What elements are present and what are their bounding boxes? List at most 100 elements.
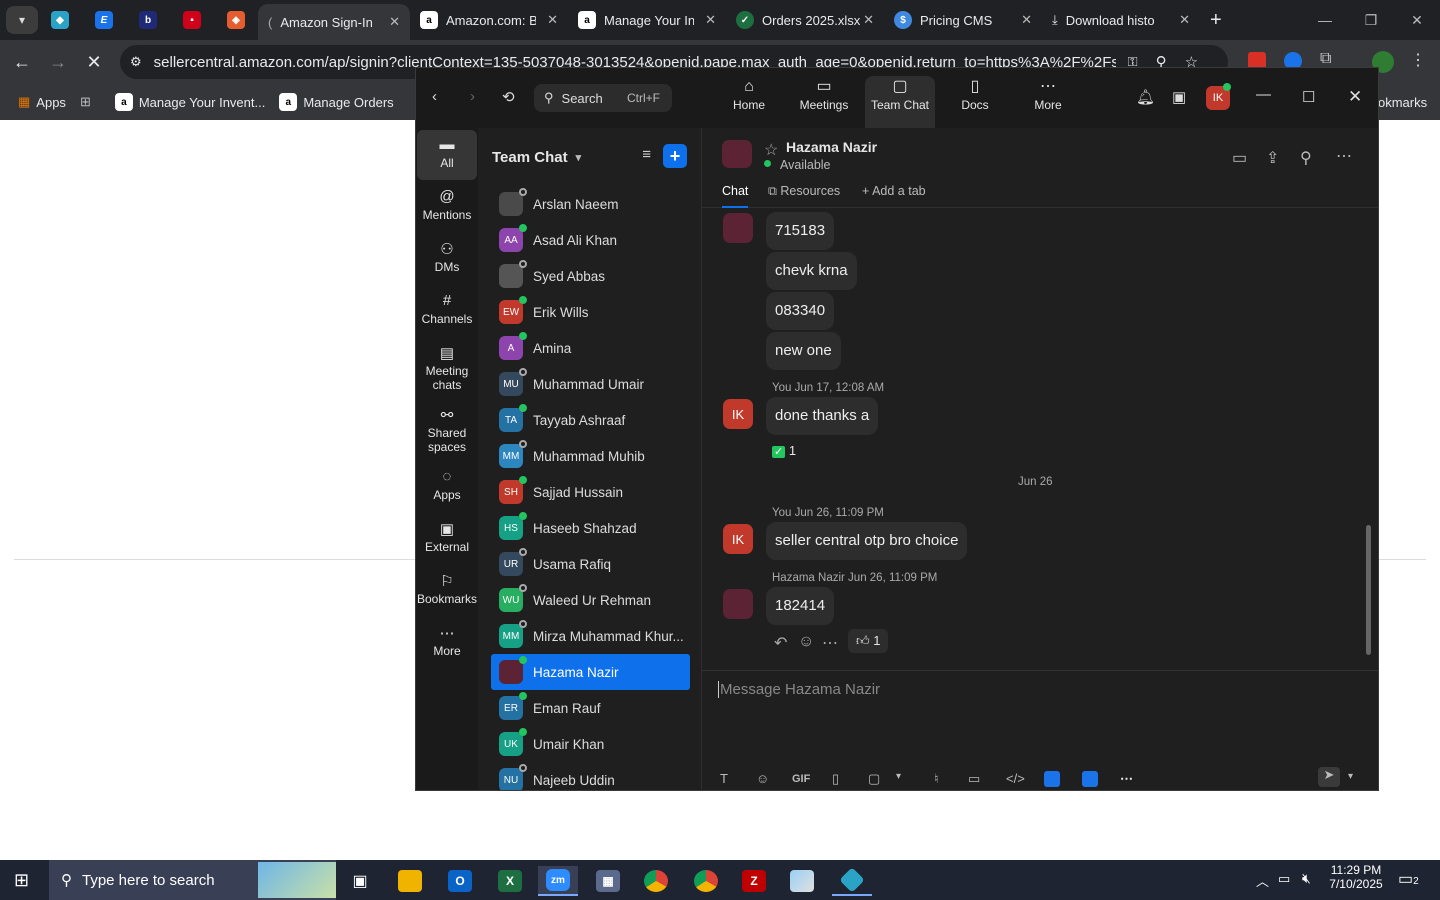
restore-button[interactable]: ❐ [1348,0,1394,40]
rail-more[interactable]: ⋯ More [417,618,477,668]
contact-item[interactable]: NU Najeeb Uddin [478,762,701,790]
contact-item[interactable]: MM Mirza Muhammad Khur... [478,618,701,654]
tab-search-button[interactable]: ▾ [6,6,38,34]
emoji-icon[interactable]: ☺ [756,771,769,786]
rail-channels[interactable]: # Channels [417,286,477,336]
app-icon[interactable] [1082,771,1098,787]
stop-loading-button[interactable]: ✕ [76,44,112,80]
message-bubble[interactable]: 182414 [766,587,835,625]
message-bubble[interactable]: chevk krna [766,252,857,290]
rail-shared-spaces[interactable]: ⚯ Shared spaces [417,400,477,460]
more-options-icon[interactable]: ⋯ [1336,146,1352,166]
close-icon[interactable]: ✕ [705,12,716,28]
contact-item[interactable]: Arslan Naeem [478,186,701,222]
back-icon[interactable]: ‹ [432,88,437,105]
file-icon[interactable]: ▯ [832,771,839,787]
video-call-icon[interactable]: ▭ [1232,148,1247,168]
notifications-icon[interactable]: ▭2 [1398,869,1419,889]
chevron-up-icon[interactable]: ︿ [1256,871,1269,890]
contact-item[interactable]: A Amina [478,330,701,366]
tab-manage-inventory[interactable]: a Manage Your In ✕ [568,0,726,40]
minimize-button[interactable]: — [1256,86,1271,103]
zoom-taskbar-icon[interactable]: zm [538,866,578,896]
tab-orders-xlsx[interactable]: ✓ Orders 2025.xlsx ✕ [726,0,884,40]
add-tab-button[interactable]: + Add a tab [862,184,926,198]
close-icon[interactable]: ✕ [547,12,558,28]
tab-chat[interactable]: Chat [722,184,749,208]
volume-mute-icon[interactable]: 🔇︎ [1302,870,1311,887]
pinned-tab[interactable]: ◈ [214,0,258,40]
format-text-icon[interactable]: T [720,771,728,786]
add-reaction-icon[interactable]: ☺ [798,633,814,651]
maximize-button[interactable]: ☐ [1302,88,1315,106]
close-icon[interactable]: ✕ [389,14,400,30]
star-icon[interactable]: ☆ [764,140,778,160]
new-tab-button[interactable]: + [1200,0,1230,40]
nav-home[interactable]: ⌂ Home [714,76,784,128]
pinned-tab[interactable]: b [126,0,170,40]
new-chat-button[interactable]: + [663,144,687,168]
menu-icon[interactable]: ⋮ [1410,50,1426,70]
message-bubble[interactable]: new one [766,332,841,370]
contact-item[interactable]: UR Usama Rafiq [478,546,701,582]
contact-item[interactable]: HS Haseeb Shahzad [478,510,701,546]
video-message-icon[interactable]: ▭ [968,771,980,787]
contact-item[interactable]: EW Erik Wills [478,294,701,330]
nav-docs[interactable]: ▯ Docs [940,76,1010,128]
reaction[interactable]: ✓ 1 [772,443,796,458]
rail-all[interactable]: ▬ All [417,130,477,180]
chevron-down-icon[interactable]: ▾ [576,151,582,164]
contact-item[interactable]: MM Muhammad Muhib [478,438,701,474]
team-chat-title[interactable]: Team Chat [492,149,568,166]
pinned-tab[interactable]: ▪ [170,0,214,40]
all-bookmarks-label[interactable]: okmarks [1378,95,1427,110]
contact-item[interactable]: MU Muhammad Umair [478,366,701,402]
outlook-icon[interactable]: O [440,866,480,896]
nav-more[interactable]: ⋯ More [1013,76,1083,128]
close-button[interactable]: ✕ [1348,87,1362,107]
contact-item[interactable]: AA Asad Ali Khan [478,222,701,258]
rail-bookmarks[interactable]: ⚐ Bookmarks [417,566,477,616]
tab-pricing-cms[interactable]: $ Pricing CMS ✕ [884,0,1042,40]
excel-icon[interactable]: X [490,866,530,896]
taskbar-search[interactable]: ⚲ Type here to search [49,860,336,900]
tab-amazon-signin[interactable]: (Amazon Sign-In ✕ [258,4,410,40]
back-button[interactable]: ← [4,44,40,80]
microphone-icon[interactable]: ♮ [934,771,939,787]
filter-icon[interactable]: ≡ [642,146,651,163]
nav-meetings[interactable]: ▭ Meetings [789,76,859,128]
scrollbar[interactable] [1366,525,1371,655]
more-icon[interactable]: ⋯ [1120,771,1133,787]
pinned-tab[interactable]: ◆ [38,0,82,40]
bookmark-manage-inventory[interactable]: a Manage Your Invent... [114,93,265,111]
contact-item[interactable]: WU Waleed Ur Rehman [478,582,701,618]
contact-item[interactable]: UK Umair Khan [478,726,701,762]
close-icon[interactable]: ✕ [863,12,874,28]
site-info-icon[interactable]: ⚙ [130,54,142,70]
rail-meeting-chats[interactable]: ▤ Meeting chats [417,338,477,398]
app-icon[interactable] [1044,771,1060,787]
extensions-puzzle-icon[interactable]: ⧉ [1320,50,1331,68]
chevron-down-icon[interactable]: ▾ [1348,771,1353,782]
forward-button[interactable]: → [40,44,76,80]
contact-item[interactable]: ER Eman Rauf [478,690,701,726]
contact-item[interactable]: Syed Abbas [478,258,701,294]
nav-team-chat[interactable]: ▢ Team Chat [865,76,935,128]
tab-groups-button[interactable]: ⊞ [80,94,91,110]
contact-item[interactable]: SH Sajjad Hussain [478,474,701,510]
app-icon[interactable] [782,866,822,896]
history-icon[interactable]: ⟲ [502,88,515,106]
tab-amazon[interactable]: a Amazon.com: Br ✕ [410,0,568,40]
app-icon[interactable] [832,866,872,896]
close-icon[interactable]: ✕ [1021,12,1032,28]
task-view-icon[interactable]: ▣ [340,866,380,896]
reaction[interactable]: 👍︎ 1 [848,629,889,653]
calculator-icon[interactable]: ▦ [588,866,628,896]
tab-download-history[interactable]: ⤓ Download histo ✕ [1042,0,1200,40]
rail-external[interactable]: ▣ External [417,514,477,564]
rail-dms[interactable]: ⚇ DMs [417,234,477,284]
reply-icon[interactable]: ↶ [774,633,787,653]
contact-avatar[interactable] [722,140,752,168]
bell-icon[interactable]: 🔔︎ [1136,88,1155,106]
network-icon[interactable]: ▭ [1278,871,1290,887]
